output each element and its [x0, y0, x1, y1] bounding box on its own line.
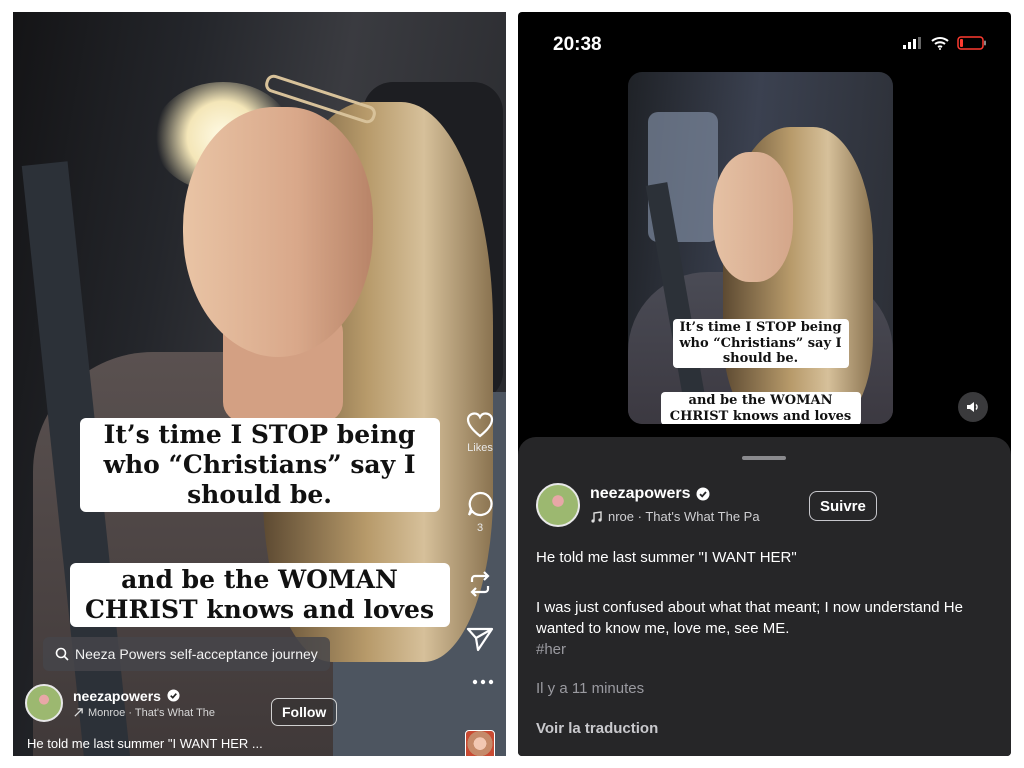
post-text-body: I was just confused about what that mean… [536, 599, 963, 637]
battery-icon [957, 36, 986, 50]
share-action[interactable] [466, 626, 494, 652]
verified-badge-icon [696, 487, 710, 501]
likes-label: Likes [467, 442, 493, 454]
repost-icon[interactable] [466, 570, 494, 598]
sheet-grabber[interactable] [742, 456, 786, 460]
mute-button[interactable] [958, 392, 988, 422]
post-timestamp: Il y a 11 minutes [536, 680, 645, 697]
related-search-text: Neeza Powers self-acceptance journey [75, 646, 318, 662]
preview-caption-bottom: and be the WOMAN CHRIST knows and loves [628, 392, 893, 424]
username[interactable]: neezapowers [73, 688, 161, 704]
video-caption-top: It’s time I STOP being who “Christians” … [13, 418, 506, 512]
video-caption-bottom: and be the WOMAN CHRIST knows and loves [13, 563, 506, 627]
comments-count: 3 [476, 522, 484, 534]
preview-caption-text-1: It’s time I STOP being who “Christians” … [672, 319, 849, 368]
volume-icon [967, 402, 978, 412]
signal-icon [903, 37, 921, 49]
avatar[interactable] [536, 483, 580, 527]
avatar[interactable] [25, 684, 63, 722]
music-note-icon [74, 708, 83, 717]
status-time: 20:38 [553, 34, 602, 55]
follow-button[interactable]: Follow [271, 698, 338, 726]
preview-caption-top: It’s time I STOP being who “Christians” … [628, 319, 893, 368]
related-search-pill[interactable]: Neeza Powers self-acceptance journey [43, 637, 330, 671]
music-track[interactable]: nroe · That's What The Pa [608, 509, 760, 524]
like-action[interactable]: Likes [466, 412, 494, 454]
more-action[interactable] [472, 678, 494, 686]
follow-button[interactable]: Suivre [809, 491, 877, 521]
repost-action[interactable] [466, 570, 494, 598]
post-sheet: neezapowers nroe · That's What The Pa Su… [518, 437, 1011, 756]
hashtag-link[interactable]: #her [536, 641, 566, 658]
author-row: neezapowers Monroe · That's What The [25, 684, 215, 722]
post-text-paragraph: I was just confused about what that mean… [536, 597, 986, 660]
comment-icon[interactable] [466, 490, 494, 518]
more-icon[interactable] [472, 678, 494, 686]
caption-text-2: and be the WOMAN CHRIST knows and loves [69, 563, 450, 627]
post-detail-screen: 20:38 It’s time I STOP being who “Christ… [518, 12, 1011, 756]
see-translation-link[interactable]: Voir la traduction [536, 720, 658, 737]
send-icon[interactable] [466, 626, 494, 652]
status-bar: 20:38 [518, 12, 1011, 70]
search-icon [55, 647, 69, 661]
video-preview[interactable]: It’s time I STOP being who “Christians” … [628, 72, 893, 424]
music-note-icon [591, 510, 602, 523]
audio-thumbnail[interactable] [465, 730, 495, 756]
post-text-line: He told me last summer "I WANT HER" [536, 549, 797, 566]
caption-text-1: It’s time I STOP being who “Christians” … [79, 418, 440, 512]
wifi-icon [931, 37, 949, 50]
username[interactable]: neezapowers [590, 485, 690, 503]
reel-video-player[interactable]: It’s time I STOP being who “Christians” … [13, 12, 506, 756]
preview-caption-text-2: and be the WOMAN CHRIST knows and loves [660, 392, 861, 424]
comment-action[interactable]: 3 [466, 490, 494, 534]
heart-icon[interactable] [466, 412, 494, 438]
verified-badge-icon [167, 689, 180, 702]
caption-preview[interactable]: He told me last summer "I WANT HER ... [27, 736, 263, 751]
music-track[interactable]: Monroe · That's What The [88, 707, 215, 719]
